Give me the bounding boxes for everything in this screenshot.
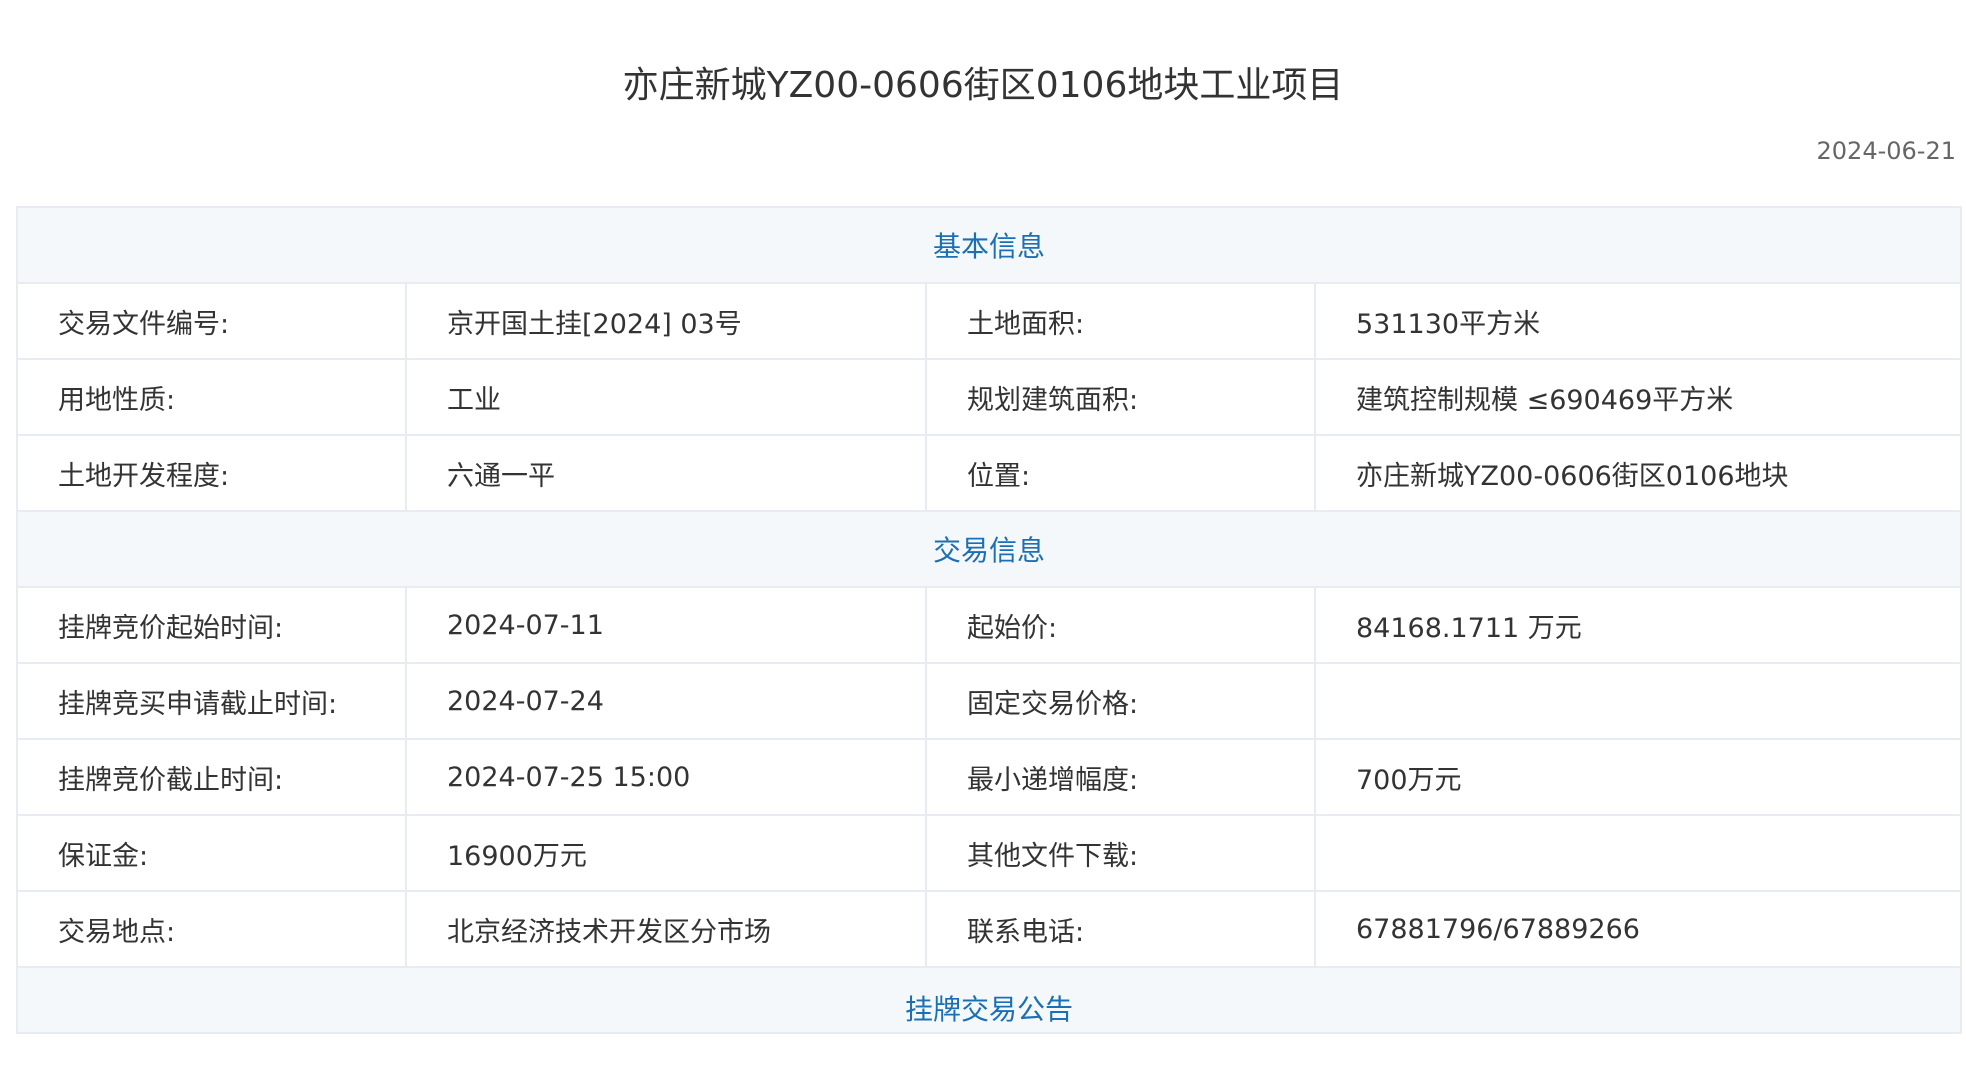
- field-value: 北京经济技术开发区分市场: [405, 890, 927, 968]
- field-label: 土地开发程度:: [16, 434, 407, 512]
- section-header-basic: 基本信息: [15, 206, 1963, 284]
- section-header-trade: 交易信息: [15, 510, 1963, 588]
- field-value: 2024-07-25 15:00: [405, 738, 927, 816]
- publish-date: 2024-06-21: [1816, 137, 1956, 165]
- field-value: 67881796/67889266: [1313, 890, 1963, 968]
- other-files-download[interactable]: [1313, 814, 1963, 892]
- field-value: 84168.1711 万元: [1313, 586, 1963, 664]
- table-row: 交易文件编号: 京开国土挂[2024] 03号 土地面积: 531130平方米: [16, 282, 1963, 360]
- field-value: 工业: [405, 358, 927, 436]
- field-value: [1313, 662, 1963, 740]
- field-value: 2024-07-11: [405, 586, 927, 664]
- table-row: 交易地点: 北京经济技术开发区分市场 联系电话: 67881796/678892…: [16, 890, 1963, 968]
- field-value: 亦庄新城YZ00-0606街区0106地块: [1313, 434, 1963, 512]
- table-row: 保证金: 16900万元 其他文件下载:: [16, 814, 1963, 892]
- field-value: 六通一平: [405, 434, 927, 512]
- info-table: 基本信息 交易文件编号: 京开国土挂[2024] 03号 土地面积: 53113…: [15, 206, 1963, 1034]
- section-title-trade: 交易信息: [15, 510, 1963, 588]
- field-value: 16900万元: [405, 814, 927, 892]
- field-label: 挂牌竞买申请截止时间:: [16, 662, 407, 740]
- section-title-basic: 基本信息: [15, 206, 1963, 284]
- field-value: 京开国土挂[2024] 03号: [405, 282, 927, 360]
- field-label: 位置:: [925, 434, 1316, 512]
- field-label: 最小递增幅度:: [925, 738, 1316, 816]
- field-label: 挂牌竞价截止时间:: [16, 738, 407, 816]
- table-row: 用地性质: 工业 规划建筑面积: 建筑控制规模 ≤690469平方米: [16, 358, 1963, 436]
- field-label: 固定交易价格:: [925, 662, 1316, 740]
- field-label: 保证金:: [16, 814, 407, 892]
- field-label: 土地面积:: [925, 282, 1316, 360]
- field-label: 起始价:: [925, 586, 1316, 664]
- field-value: 2024-07-24: [405, 662, 927, 740]
- field-label: 联系电话:: [925, 890, 1316, 968]
- field-value: 700万元: [1313, 738, 1963, 816]
- page-title: 亦庄新城YZ00-0606街区0106地块工业项目: [622, 65, 1344, 106]
- table-row: 土地开发程度: 六通一平 位置: 亦庄新城YZ00-0606街区0106地块: [16, 434, 1963, 512]
- field-value: 建筑控制规模 ≤690469平方米: [1313, 358, 1963, 436]
- table-row: 挂牌竞买申请截止时间: 2024-07-24 固定交易价格:: [16, 662, 1963, 740]
- field-value: 531130平方米: [1313, 282, 1963, 360]
- section-title-announcement[interactable]: 挂牌交易公告: [15, 966, 1963, 1034]
- field-label: 交易地点:: [16, 890, 407, 968]
- section-header-announcement: 挂牌交易公告: [15, 966, 1963, 1034]
- field-label: 其他文件下载:: [925, 814, 1316, 892]
- field-label: 用地性质:: [16, 358, 407, 436]
- table-row: 挂牌竞价起始时间: 2024-07-11 起始价: 84168.1711 万元: [16, 586, 1963, 664]
- field-label: 挂牌竞价起始时间:: [16, 586, 407, 664]
- field-label: 交易文件编号:: [16, 282, 407, 360]
- field-label: 规划建筑面积:: [925, 358, 1316, 436]
- table-row: 挂牌竞价截止时间: 2024-07-25 15:00 最小递增幅度: 700万元: [16, 738, 1963, 816]
